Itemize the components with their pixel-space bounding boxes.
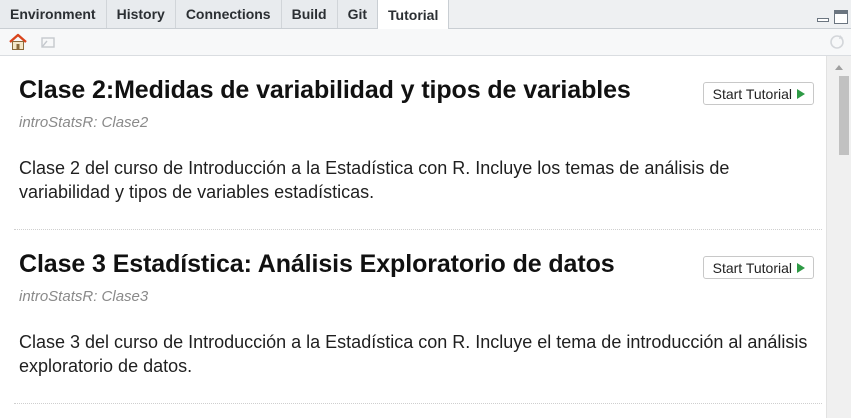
tutorial-description: Clase 3 del curso de Introducción a la E… [19, 332, 808, 376]
minimize-pane-icon[interactable] [816, 10, 830, 24]
tutorial-title: Clase 2:Medidas de variabilidad y tipos … [19, 76, 631, 104]
tutorial-toolbar [0, 29, 851, 56]
play-icon [797, 262, 805, 273]
start-tutorial-label: Start Tutorial [712, 259, 792, 276]
tutorial-description: Clase 2 del curso de Introducción a la E… [19, 158, 730, 202]
vertical-scrollbar[interactable] [826, 56, 851, 418]
tab-history[interactable]: History [106, 0, 176, 28]
tutorial-list: Clase 2:Medidas de variabilidad y tipos … [0, 56, 826, 418]
tab-build[interactable]: Build [281, 0, 338, 28]
pane-tab-bar: Environment History Connections Build Gi… [0, 0, 851, 30]
pane-tabs: Environment History Connections Build Gi… [0, 0, 450, 30]
scroll-thumb[interactable] [839, 76, 849, 155]
tab-tutorial[interactable]: Tutorial [377, 0, 450, 30]
tutorial-package: introStatsR: Clase2 [19, 114, 149, 131]
play-icon [797, 88, 805, 99]
refresh-icon[interactable] [827, 33, 847, 51]
tutorial-package: introStatsR: Clase3 [19, 288, 149, 305]
home-icon[interactable] [8, 33, 28, 51]
clear-icon[interactable] [38, 33, 58, 51]
start-tutorial-button[interactable]: Start Tutorial [702, 82, 814, 105]
maximize-pane-icon[interactable] [834, 10, 848, 24]
tutorial-divider [14, 403, 822, 404]
tutorial-divider [14, 229, 822, 230]
tab-environment[interactable]: Environment [0, 0, 107, 28]
pane-window-controls [816, 10, 848, 24]
start-tutorial-label: Start Tutorial [712, 85, 792, 102]
tab-connections[interactable]: Connections [175, 0, 282, 28]
tutorial-title: Clase 3 Estadística: Análisis Explorator… [19, 250, 615, 278]
scroll-up-arrow-icon[interactable] [835, 65, 843, 70]
start-tutorial-button[interactable]: Start Tutorial [702, 256, 814, 279]
tab-git[interactable]: Git [337, 0, 379, 28]
